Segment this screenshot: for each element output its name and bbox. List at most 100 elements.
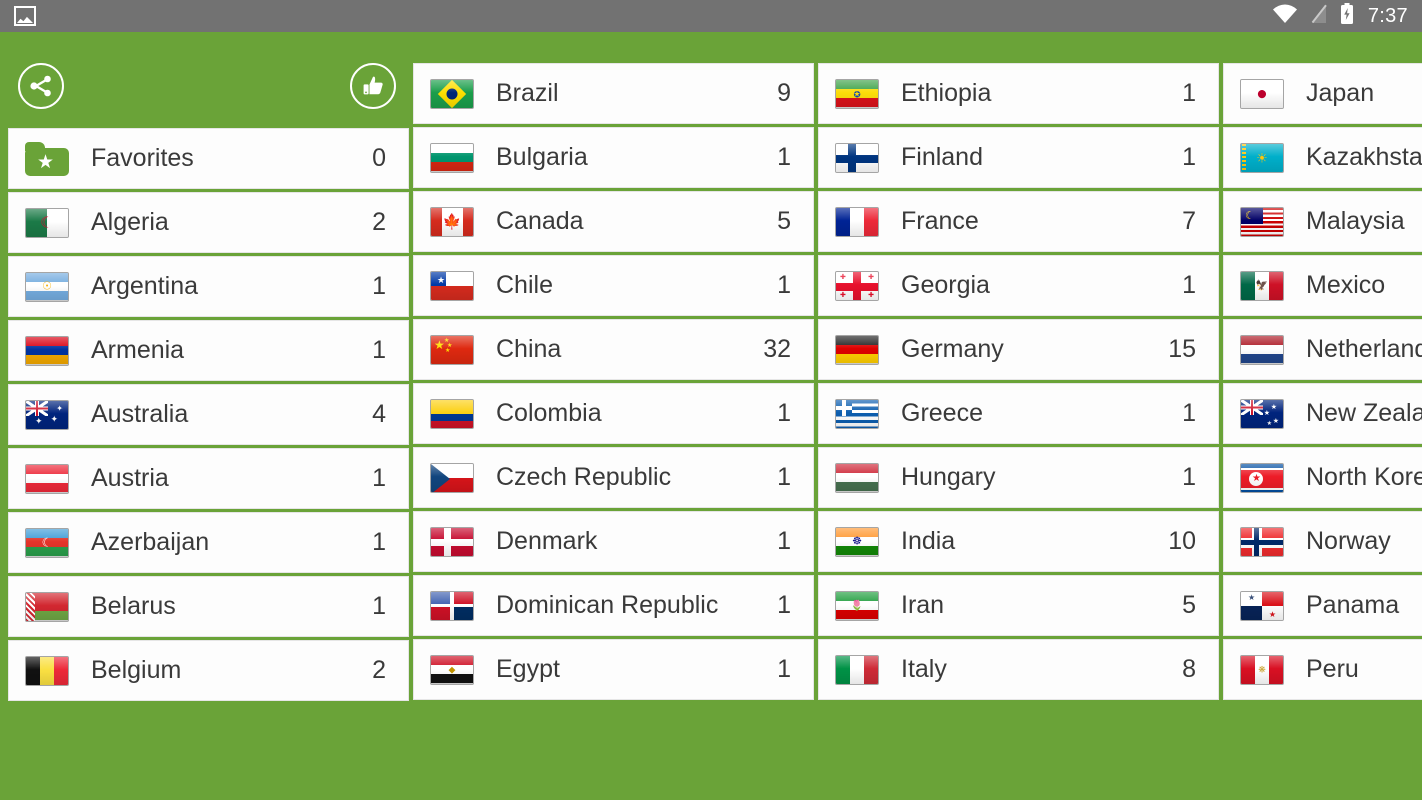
list-item[interactable]: 🌷 Iran 5	[818, 575, 1219, 636]
row-icon: ★ ★ ★ ★	[430, 334, 476, 365]
flag-icon-kp: ★	[1240, 462, 1284, 493]
flag-icon-hu	[835, 462, 879, 493]
country-name: Belarus	[91, 592, 176, 620]
row-icon	[835, 142, 881, 173]
list-item[interactable]: ★ North Korea	[1223, 447, 1422, 508]
flag-icon-am	[25, 335, 69, 366]
row-icon	[25, 463, 71, 494]
list-item[interactable]: ✦ ✦ ✦ Australia 4	[8, 384, 409, 445]
country-name: Greece	[901, 399, 983, 427]
flag-icon-ge: ✚ ✚ ✚ ✚	[835, 270, 879, 301]
column-2: Brazil 9 Bulgaria 1 🍁 Canada 5 ★ Chile 1 ★ ★ ★ ★ China…	[413, 63, 814, 768]
country-count: 1	[372, 528, 386, 556]
list-item[interactable]: Dominican Republic 1	[413, 575, 814, 636]
country-name: Finland	[901, 143, 983, 171]
list-item[interactable]: ☀ Kazakhstan	[1223, 127, 1422, 188]
list-item[interactable]: Germany 15	[818, 319, 1219, 380]
country-name: Canada	[496, 207, 584, 235]
list-item[interactable]: Brazil 9	[413, 63, 814, 124]
row-icon: ☾	[1240, 206, 1286, 237]
row-icon: ★	[1240, 462, 1286, 493]
country-count: 1	[777, 655, 791, 683]
list-item[interactable]: Belgium 2	[8, 640, 409, 701]
country-count: 1	[777, 463, 791, 491]
list-item[interactable]: 🍁 Canada 5	[413, 191, 814, 252]
list-item[interactable]: ● Japan	[1223, 63, 1422, 124]
list-item[interactable]: 🦅 Mexico	[1223, 255, 1422, 316]
row-icon: ☸	[835, 526, 881, 557]
list-item[interactable]: ★ Favorites 0	[8, 128, 409, 189]
flag-icon-et: ● ★	[835, 78, 879, 109]
country-count: 1	[1182, 271, 1196, 299]
row-icon: ☾	[25, 207, 71, 238]
list-item[interactable]: Norway	[1223, 511, 1422, 572]
favorites-folder-icon: ★	[25, 141, 69, 176]
country-name: Malaysia	[1306, 207, 1405, 235]
country-name: Netherlands	[1306, 335, 1422, 363]
flag-icon-pe: ❋	[1240, 654, 1284, 685]
flag-icon-it	[835, 654, 879, 685]
flag-icon-de	[835, 334, 879, 365]
list-item[interactable]: ★ ★ ★ ★ China 32	[413, 319, 814, 380]
list-item[interactable]: ☾ Malaysia	[1223, 191, 1422, 252]
country-name: New Zealand	[1306, 399, 1422, 427]
country-name: Algeria	[91, 208, 169, 236]
status-bar-clock: 7:37	[1367, 4, 1408, 27]
flag-icon-dz: ☾	[25, 207, 69, 238]
signal-off-icon	[1310, 4, 1328, 29]
list-item[interactable]: Finland 1	[818, 127, 1219, 188]
list-item[interactable]: Armenia 1	[8, 320, 409, 381]
row-icon: 🌷	[835, 590, 881, 621]
flag-icon-bg	[430, 142, 474, 173]
country-name: Dominican Republic	[496, 591, 719, 619]
row-icon	[1240, 334, 1286, 365]
row-icon	[430, 526, 476, 557]
list-item[interactable]: ★ Chile 1	[413, 255, 814, 316]
list-item[interactable]: Denmark 1	[413, 511, 814, 572]
row-icon	[25, 655, 71, 686]
row-icon: ✦ ✦ ✦	[25, 399, 71, 430]
country-name: Azerbaijan	[91, 528, 210, 556]
list-item[interactable]: Czech Republic 1	[413, 447, 814, 508]
battery-charging-icon	[1340, 3, 1354, 29]
list-item[interactable]: ★ ★ Panama	[1223, 575, 1422, 636]
flag-icon-fr	[835, 206, 879, 237]
list-item[interactable]: Greece 1	[818, 383, 1219, 444]
flag-icon-cz	[430, 462, 474, 493]
list-item[interactable]: ★★★★ New Zealand	[1223, 383, 1422, 444]
flag-icon-ca: 🍁	[430, 206, 474, 237]
list-item[interactable]: ◆ Egypt 1	[413, 639, 814, 700]
country-name: Hungary	[901, 463, 996, 491]
list-item[interactable]: Netherlands	[1223, 319, 1422, 380]
country-count: 1	[1182, 399, 1196, 427]
list-item[interactable]: ● ★ Ethiopia 1	[818, 63, 1219, 124]
list-item[interactable]: ✚ ✚ ✚ ✚ Georgia 1	[818, 255, 1219, 316]
list-item[interactable]: ☉ Argentina 1	[8, 256, 409, 317]
list-item[interactable]: ☾ Algeria 2	[8, 192, 409, 253]
list-item[interactable]: Bulgaria 1	[413, 127, 814, 188]
row-icon: ☾	[25, 527, 71, 558]
list-item[interactable]: Austria 1	[8, 448, 409, 509]
row-icon	[25, 335, 71, 366]
row-icon: ★ ★ ★ ★	[1240, 398, 1286, 429]
row-icon: ●	[1240, 78, 1286, 109]
flag-icon-nl	[1240, 334, 1284, 365]
country-count: 1	[777, 591, 791, 619]
country-count: 2	[372, 208, 386, 236]
list-item[interactable]: ❋ Peru	[1223, 639, 1422, 700]
list-item[interactable]: France 7	[818, 191, 1219, 252]
flag-icon-no	[1240, 526, 1284, 557]
list-item[interactable]: ☸ India 10	[818, 511, 1219, 572]
list-item[interactable]: ☾ Azerbaijan 1	[8, 512, 409, 573]
country-name: Favorites	[91, 144, 194, 172]
row-icon	[430, 398, 476, 429]
list-item[interactable]: Colombia 1	[413, 383, 814, 444]
list-item[interactable]: Hungary 1	[818, 447, 1219, 508]
list-item[interactable]: Italy 8	[818, 639, 1219, 700]
country-count: 1	[777, 399, 791, 427]
status-bar-left	[14, 6, 36, 26]
list-item[interactable]: Belarus 1	[8, 576, 409, 637]
country-name: Georgia	[901, 271, 990, 299]
country-count: 1	[1182, 463, 1196, 491]
column-3: ● ★ Ethiopia 1 Finland 1 France 7 ✚ ✚ ✚ ✚ Georgia 1 Ge…	[818, 63, 1219, 768]
